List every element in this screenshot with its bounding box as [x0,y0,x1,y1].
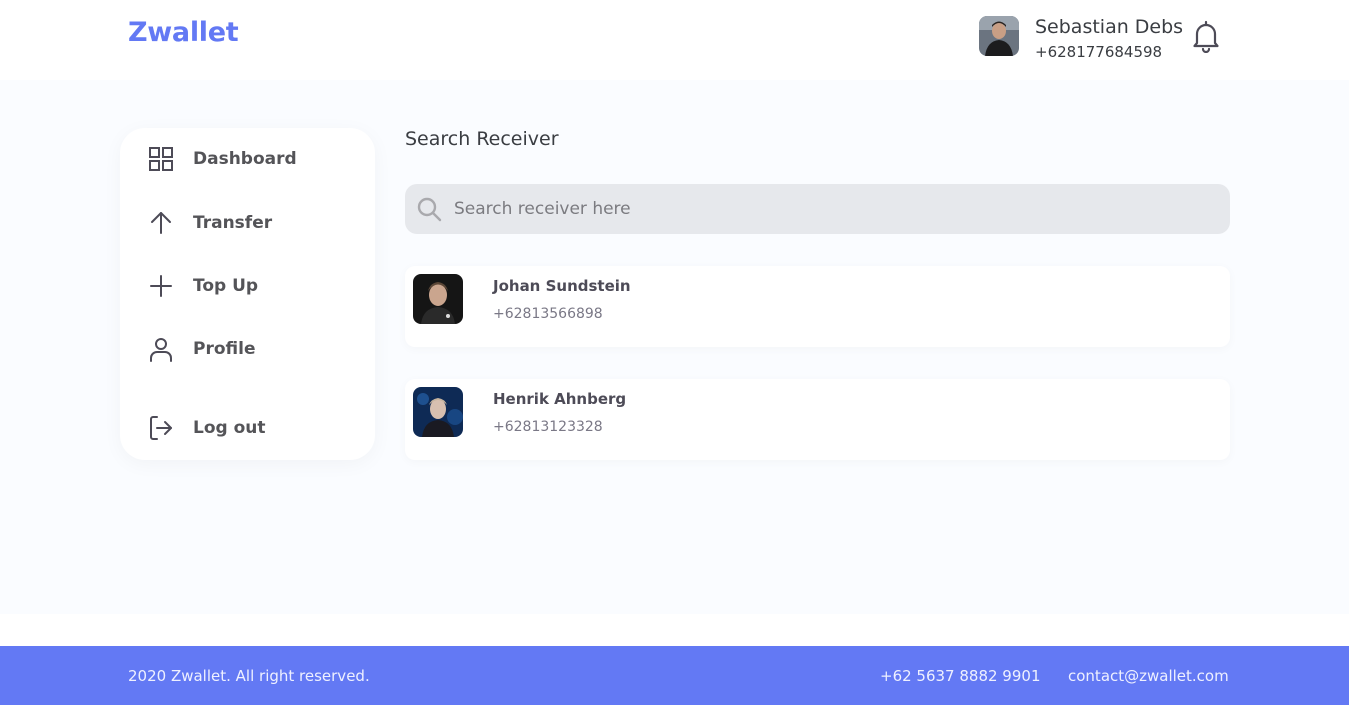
footer-email[interactable]: contact@zwallet.com [1068,667,1229,685]
sidebar-item-label: Transfer [193,213,273,233]
receiver-phone: +62813123328 [493,419,603,435]
receiver-name: Henrik Ahnberg [493,390,627,408]
main-area: Dashboard Transfer Top Up Profile Log ou… [0,80,1349,614]
sidebar-item-top-up[interactable]: Top Up [147,271,258,301]
sidebar-item-label: Log out [193,418,266,438]
footer-copyright: 2020 Zwallet. All right reserved. [128,667,370,685]
receiver-phone: +62813566898 [493,306,603,322]
page-title: Search Receiver [405,128,559,150]
receiver-card[interactable]: Johan Sundstein +62813566898 [405,266,1230,347]
sidebar: Dashboard Transfer Top Up Profile Log ou… [120,128,375,460]
brand-logo[interactable]: Zwallet [128,17,239,48]
user-name: Sebastian Debs [1035,16,1184,38]
footer-phone: +62 5637 8882 9901 [880,667,1041,685]
receiver-avatar [413,274,463,324]
user-avatar[interactable] [979,16,1019,56]
sidebar-item-profile[interactable]: Profile [147,334,255,364]
sidebar-item-label: Dashboard [193,149,297,169]
sidebar-item-label: Profile [193,339,256,359]
top-header: Zwallet Sebastian Debs +628177684598 [0,0,1349,80]
arrow-up-icon [147,209,175,237]
footer: 2020 Zwallet. All right reserved. +62 56… [0,646,1349,705]
sidebar-item-label: Top Up [193,276,259,296]
search-icon [416,196,442,222]
search-input[interactable] [454,199,1194,219]
sidebar-item-dashboard[interactable]: Dashboard [147,144,297,174]
search-bar [405,184,1230,234]
user-phone: +628177684598 [1035,43,1163,61]
sidebar-item-transfer[interactable]: Transfer [147,208,272,238]
user-icon [147,335,175,363]
plus-icon [147,272,175,300]
bell-icon[interactable] [1191,19,1221,54]
receiver-avatar [413,387,463,437]
receiver-name: Johan Sundstein [493,277,631,295]
receiver-card[interactable]: Henrik Ahnberg +62813123328 [405,379,1230,460]
sidebar-item-logout[interactable]: Log out [147,413,266,443]
logout-icon [147,414,175,442]
grid-icon [147,145,175,173]
